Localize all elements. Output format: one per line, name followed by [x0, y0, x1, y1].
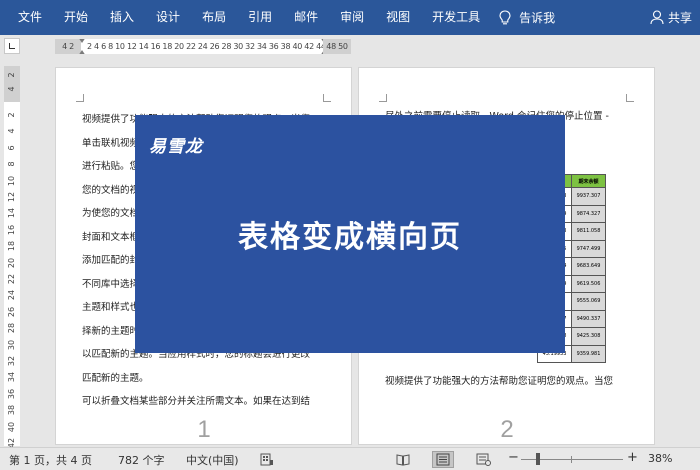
vruler-number: 8 — [7, 161, 16, 167]
vruler-number: 20 — [7, 257, 16, 268]
vruler-number: 12 — [7, 191, 16, 203]
vruler-number: 24 — [7, 290, 16, 301]
tab-stop-selector[interactable] — [4, 38, 20, 54]
zoom-out-button[interactable]: − — [508, 450, 519, 465]
person-icon — [650, 10, 664, 25]
tab-home[interactable]: 开始 — [53, 0, 99, 35]
ending-balance-cell[interactable]: 9937.307 — [571, 187, 606, 206]
vruler-number: 30 — [7, 339, 16, 350]
vruler-number: 6 — [7, 145, 16, 151]
macro-recording-icon[interactable] — [260, 453, 274, 469]
zoom-slider-center-mark — [571, 456, 572, 463]
margin-corner-mark — [76, 94, 84, 102]
page-number: 2 — [500, 416, 514, 443]
tab-layout[interactable]: 布局 — [191, 0, 237, 35]
title-overlay-banner: 易雪龙 表格变成横向页 — [135, 115, 565, 353]
margin-corner-mark — [323, 94, 331, 102]
read-mode-icon[interactable] — [396, 453, 410, 469]
ribbon-tab-bar: 文件 开始 插入 设计 布局 引用 邮件 审阅 视图 开发工具 告诉我 共享 — [0, 0, 700, 35]
banner-headline: 表格变成横向页 — [238, 220, 462, 255]
ending-balance-cell[interactable]: 9811.058 — [571, 222, 606, 241]
ending-balance-cell[interactable]: 9490.337 — [571, 309, 606, 328]
vertical-ruler[interactable]: 2 4 2 4 6 8 10 12 14 16 18 20 22 24 26 28 30 32 34 36 38 40 42 — [4, 66, 20, 448]
vruler-number: 28 — [7, 323, 16, 334]
zoom-slider-thumb[interactable] — [536, 453, 540, 465]
ending-balance-cell[interactable]: 9874.327 — [571, 204, 606, 223]
tab-references[interactable]: 引用 — [237, 0, 283, 35]
ending-balance-cell[interactable]: 9359.981 — [571, 344, 606, 363]
ending-balance-cell[interactable]: 9619.506 — [571, 274, 606, 293]
vruler-number: 32 — [7, 355, 16, 367]
ruler-ticks: 2 4 6 8 10 12 14 16 18 20 22 24 26 28 30… — [87, 42, 326, 51]
tab-design[interactable]: 设计 — [145, 0, 191, 35]
language-status[interactable]: 中文(中国) — [186, 452, 239, 468]
vruler-number: 34 — [7, 372, 16, 383]
indent-marker[interactable] — [78, 39, 86, 54]
horizontal-ruler[interactable]: 4 2 2 4 6 8 10 12 14 16 18 20 22 24 26 2… — [55, 39, 351, 54]
zoom-in-button[interactable]: + — [627, 450, 638, 465]
share-label: 共享 — [667, 11, 692, 25]
vruler-number: 40 — [7, 421, 16, 432]
brand-logo: 易雪龙 — [149, 137, 203, 157]
table-header-ending-balance[interactable]: 期末余额 — [571, 174, 606, 188]
word-count-status[interactable]: 782 个字 — [118, 452, 165, 468]
vruler-number: 10 — [7, 175, 16, 186]
text-line: 可以折叠文档某些部分并关注所需文本。如果在达到结 — [82, 396, 311, 407]
tab-mailings[interactable]: 邮件 — [283, 0, 329, 35]
margin-corner-mark — [626, 94, 634, 102]
ending-balance-cell[interactable]: 9747.499 — [571, 239, 606, 258]
vruler-number: 22 — [7, 273, 16, 285]
vruler-number: 14 — [7, 208, 16, 219]
vruler-number: 26 — [7, 306, 16, 317]
tab-review[interactable]: 审阅 — [329, 0, 375, 35]
tab-developer[interactable]: 开发工具 — [421, 0, 491, 35]
page2-bottom-text[interactable]: 视频提供了功能强大的方法帮助您证明您的观点。当您 — [385, 373, 613, 387]
vruler-number: 16 — [7, 224, 16, 235]
vruler-number: 2 — [7, 112, 16, 118]
tell-me-label: 告诉我 — [519, 11, 556, 25]
word-window: 文件 开始 插入 设计 布局 引用 邮件 审阅 视图 开发工具 告诉我 共享 4… — [0, 0, 700, 470]
tab-file[interactable]: 文件 — [0, 0, 53, 35]
print-layout-icon[interactable] — [432, 451, 454, 468]
ruler-row: 4 2 2 4 6 8 10 12 14 16 18 20 22 24 26 2… — [0, 35, 700, 57]
lightbulb-icon — [499, 9, 511, 24]
share-button[interactable]: 共享 — [650, 9, 700, 26]
ending-balance-cell[interactable]: 9425.308 — [571, 327, 606, 346]
vruler-number: 4 — [7, 128, 16, 134]
tell-me-box[interactable]: 告诉我 — [499, 9, 555, 26]
zoom-level[interactable]: 38% — [648, 452, 672, 465]
ending-balance-cell[interactable]: 9555.069 — [571, 292, 606, 311]
vruler-number: 38 — [7, 405, 16, 416]
margin-corner-mark — [379, 94, 387, 102]
page-count-status[interactable]: 第 1 页，共 4 页 — [9, 452, 92, 468]
status-bar: 第 1 页，共 4 页 782 个字 中文(中国) − + 38% — [0, 447, 700, 470]
ending-balance-cell[interactable]: 9683.649 — [571, 257, 606, 276]
tab-view[interactable]: 视图 — [375, 0, 421, 35]
web-layout-icon[interactable] — [476, 453, 491, 469]
ruler-right-margin: 48 50 — [323, 39, 351, 54]
vruler-number: 4 — [7, 86, 16, 92]
tab-insert[interactable]: 插入 — [99, 0, 145, 35]
vruler-number: 36 — [7, 388, 16, 399]
page-number: 1 — [197, 416, 211, 443]
vruler-number: 18 — [7, 241, 16, 252]
text-line: 匹配新的主题。 — [82, 372, 149, 384]
